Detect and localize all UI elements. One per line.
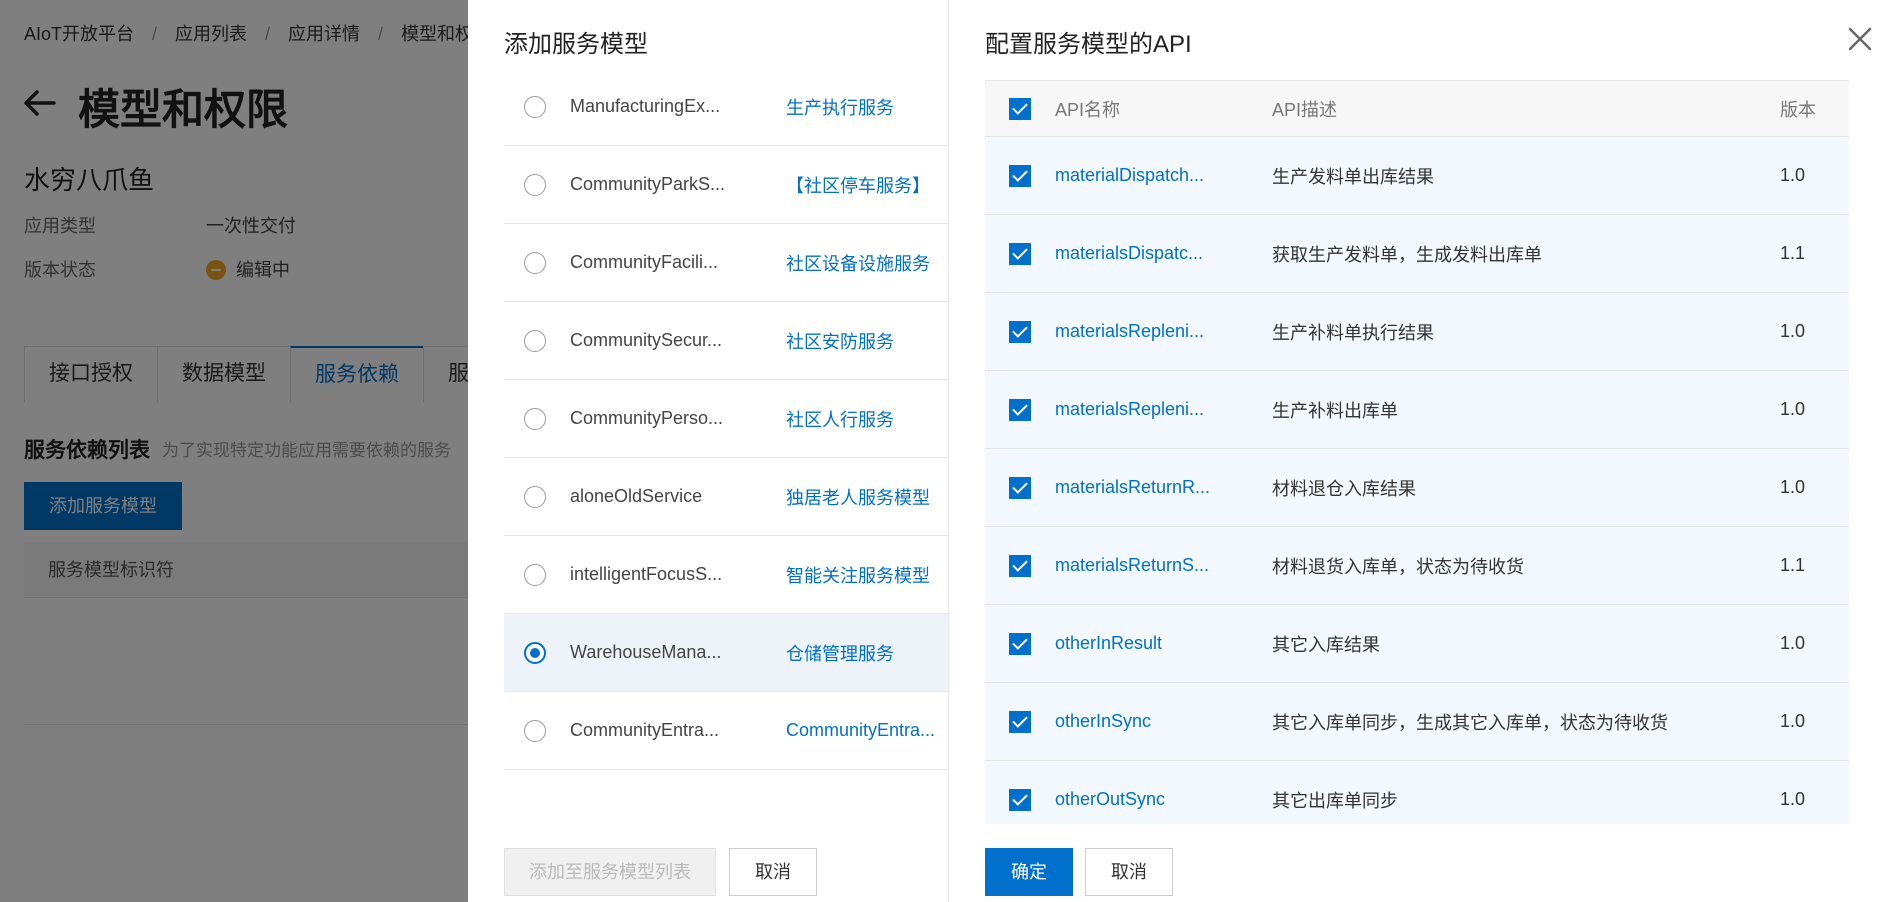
column-header-version: 版本 (1780, 99, 1816, 120)
select-all-checkbox[interactable] (1009, 97, 1031, 120)
service-model-name[interactable]: 社区人行服务 (786, 406, 894, 432)
table-row: materialsDispatc... 获取生产发料单，生成发料出库单 1.1 (985, 215, 1849, 293)
api-version: 1.0 (1780, 789, 1806, 809)
service-model-name[interactable]: 社区设备设施服务 (786, 250, 930, 276)
list-item-selected[interactable]: WarehouseMana... 仓储管理服务 (504, 614, 948, 692)
api-name-link[interactable]: materialsRepleni... (1055, 399, 1272, 420)
api-table: API名称 API描述 版本 materialDispatch... 生产发料单… (985, 80, 1849, 824)
row-checkbox[interactable] (1009, 710, 1031, 733)
api-description: 其它出库单同步 (1272, 790, 1398, 811)
api-version: 1.1 (1780, 243, 1806, 263)
api-version: 1.0 (1780, 165, 1806, 185)
service-model-name[interactable]: 仓储管理服务 (786, 640, 894, 666)
radio-button[interactable] (524, 407, 546, 430)
radio-button[interactable] (524, 329, 546, 352)
row-checkbox[interactable] (1009, 398, 1031, 421)
list-item[interactable]: CommunityEntra... CommunityEntra... (504, 692, 948, 770)
api-version: 1.0 (1780, 711, 1806, 731)
service-model-name[interactable]: 【社区停车服务】 (786, 172, 930, 198)
table-row: materialDispatch... 生产发料单出库结果 1.0 (985, 137, 1849, 215)
list-item[interactable]: aloneOldService 独居老人服务模型 (504, 458, 948, 536)
table-row: materialsReturnR... 材料退仓入库结果 1.0 (985, 449, 1849, 527)
api-name-link[interactable]: materialsReturnR... (1055, 477, 1272, 498)
api-description: 生产补料单执行结果 (1272, 322, 1434, 343)
list-item[interactable]: intelligentFocusS... 智能关注服务模型 (504, 536, 948, 614)
confirm-button[interactable]: 确定 (985, 848, 1073, 896)
radio-button[interactable] (524, 719, 546, 742)
service-model-name[interactable]: 生产执行服务 (786, 94, 894, 120)
service-model-name[interactable]: 独居老人服务模型 (786, 484, 930, 510)
service-model-id: CommunityFacili... (570, 252, 719, 272)
add-service-model-drawer: 添加服务模型 ManufacturingEx... 生产执行服务 Communi… (468, 0, 948, 902)
row-checkbox[interactable] (1009, 554, 1031, 577)
api-description: 生产发料单出库结果 (1272, 166, 1434, 187)
service-model-id: CommunitySecur... (570, 330, 723, 350)
radio-button[interactable] (524, 485, 546, 508)
service-model-id: CommunityEntra... (570, 720, 720, 740)
radio-button-checked[interactable] (524, 641, 546, 664)
service-model-name[interactable]: 智能关注服务模型 (786, 562, 930, 588)
service-model-name[interactable]: 社区安防服务 (786, 328, 894, 354)
radio-button[interactable] (524, 563, 546, 586)
list-item[interactable]: CommunityParkS... 【社区停车服务】 (504, 146, 948, 224)
api-name-link[interactable]: otherInSync (1055, 711, 1272, 732)
drawer-title: 配置服务模型的API (985, 31, 1192, 58)
radio-button[interactable] (524, 173, 546, 196)
api-name-link[interactable]: materialDispatch... (1055, 165, 1272, 186)
configure-api-drawer: 配置服务模型的API API名称 API描述 版本 materialDispat… (948, 0, 1881, 902)
table-row: materialsRepleni... 生产补料单执行结果 1.0 (985, 293, 1849, 371)
row-checkbox[interactable] (1009, 632, 1031, 655)
row-checkbox[interactable] (1009, 320, 1031, 343)
table-row: materialsReturnS... 材料退货入库单，状态为待收货 1.1 (985, 527, 1849, 605)
radio-button[interactable] (524, 251, 546, 274)
api-version: 1.0 (1780, 321, 1806, 341)
row-checkbox[interactable] (1009, 242, 1031, 265)
table-header-row: API名称 API描述 版本 (985, 81, 1849, 137)
service-model-id: intelligentFocusS... (570, 564, 723, 584)
api-description: 其它入库单同步，生成其它入库单，状态为待收货 (1272, 712, 1668, 733)
api-name-link[interactable]: otherInResult (1055, 633, 1272, 654)
service-model-id: CommunityParkS... (570, 174, 726, 194)
cancel-button[interactable]: 取消 (729, 848, 817, 896)
list-item[interactable]: CommunitySecur... 社区安防服务 (504, 302, 948, 380)
service-model-id: ManufacturingEx... (570, 96, 721, 116)
api-name-link[interactable]: materialsDispatc... (1055, 243, 1272, 264)
api-description: 材料退仓入库结果 (1272, 478, 1416, 499)
radio-button[interactable] (524, 95, 546, 118)
list-item[interactable]: CommunityPerso... 社区人行服务 (504, 380, 948, 458)
api-version: 1.0 (1780, 399, 1806, 419)
table-row: materialsRepleni... 生产补料出库单 1.0 (985, 371, 1849, 449)
api-version: 1.1 (1780, 555, 1806, 575)
list-item[interactable]: CommunityFacili... 社区设备设施服务 (504, 224, 948, 302)
row-checkbox[interactable] (1009, 788, 1031, 811)
api-version: 1.0 (1780, 477, 1806, 497)
row-checkbox[interactable] (1009, 164, 1031, 187)
api-description: 材料退货入库单，状态为待收货 (1272, 556, 1524, 577)
add-to-list-button[interactable]: 添加至服务模型列表 (504, 848, 716, 896)
table-row: otherInResult 其它入库结果 1.0 (985, 605, 1849, 683)
column-header-desc: API描述 (1272, 99, 1338, 120)
close-icon[interactable] (1847, 26, 1873, 52)
service-model-id: aloneOldService (570, 486, 703, 506)
api-name-link[interactable]: materialsReturnS... (1055, 555, 1272, 576)
drawer-title: 添加服务模型 (504, 31, 648, 58)
api-version: 1.0 (1780, 633, 1806, 653)
api-description: 其它入库结果 (1272, 634, 1380, 655)
cancel-button[interactable]: 取消 (1085, 848, 1173, 896)
service-model-id: WarehouseMana... (570, 642, 722, 662)
service-model-name[interactable]: CommunityEntra... (786, 720, 935, 741)
table-row: otherInSync 其它入库单同步，生成其它入库单，状态为待收货 1.0 (985, 683, 1849, 761)
api-name-link[interactable]: otherOutSync (1055, 789, 1272, 810)
list-item[interactable]: ManufacturingEx... 生产执行服务 (504, 68, 948, 146)
row-checkbox[interactable] (1009, 476, 1031, 499)
column-header-name: API名称 (1055, 99, 1121, 120)
service-model-list: ManufacturingEx... 生产执行服务 CommunityParkS… (504, 68, 948, 770)
service-model-id: CommunityPerso... (570, 408, 724, 428)
table-row: otherOutSync 其它出库单同步 1.0 (985, 761, 1849, 824)
api-description: 获取生产发料单，生成发料出库单 (1272, 244, 1542, 265)
api-name-link[interactable]: materialsRepleni... (1055, 321, 1272, 342)
api-description: 生产补料出库单 (1272, 400, 1398, 421)
